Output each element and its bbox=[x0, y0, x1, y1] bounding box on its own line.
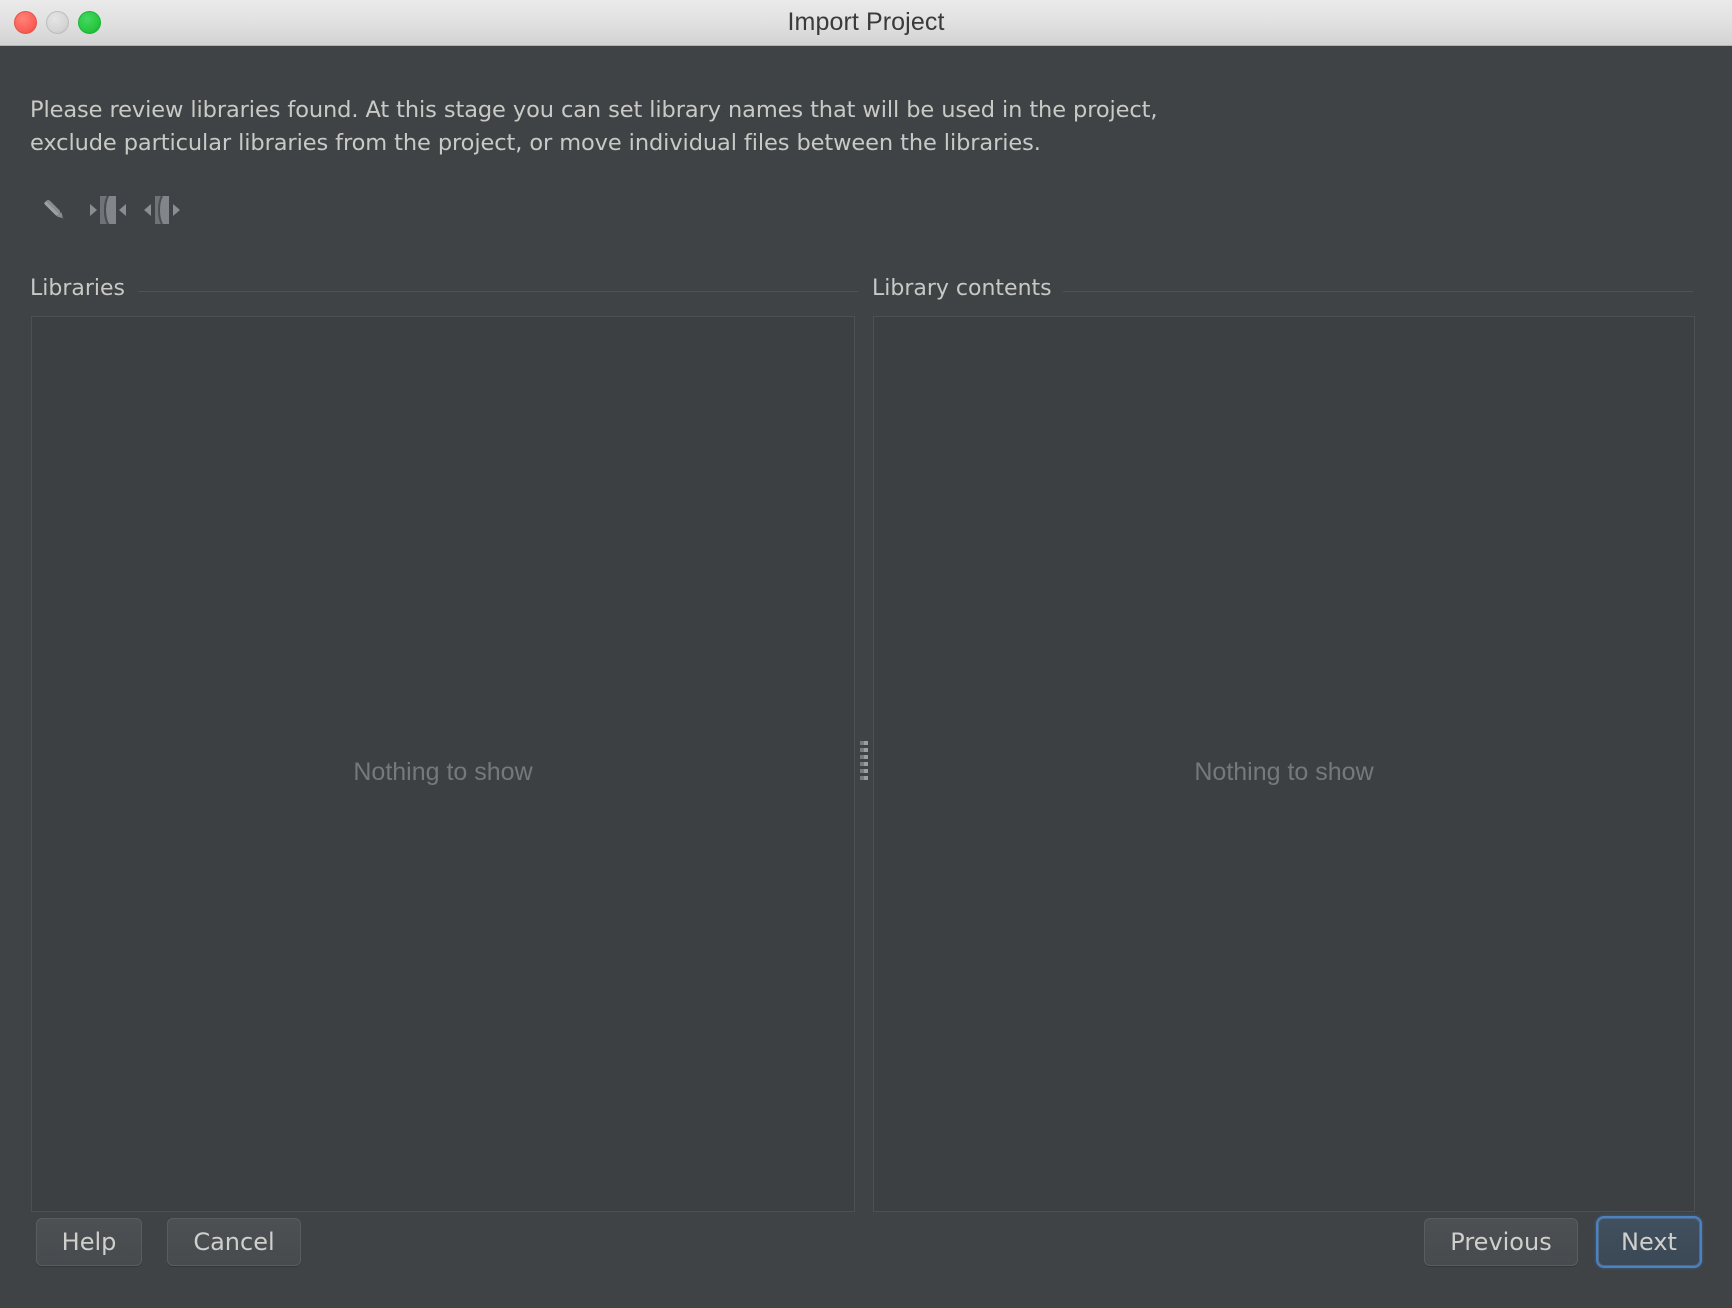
window-title: Import Project bbox=[787, 8, 944, 37]
library-contents-empty-message: Nothing to show bbox=[1194, 758, 1373, 787]
split-arrows-icon bbox=[143, 193, 181, 231]
help-button[interactable]: Help bbox=[36, 1218, 142, 1266]
library-contents-section-rule bbox=[1063, 291, 1693, 292]
next-button[interactable]: Next bbox=[1598, 1218, 1700, 1266]
library-contents-section-label: Library contents bbox=[872, 276, 1052, 301]
dialog-body: Please review libraries found. At this s… bbox=[0, 46, 1732, 1308]
dialog-footer: Help Cancel Previous Next bbox=[0, 1200, 1732, 1308]
dialog-description: Please review libraries found. At this s… bbox=[30, 94, 1670, 160]
close-button[interactable] bbox=[14, 11, 37, 34]
libraries-section-rule bbox=[138, 291, 858, 292]
minimize-button[interactable] bbox=[46, 11, 69, 34]
merge-libraries-button[interactable] bbox=[88, 192, 128, 232]
window-controls bbox=[14, 0, 101, 45]
libraries-empty-message: Nothing to show bbox=[353, 758, 532, 787]
description-line-1: Please review libraries found. At this s… bbox=[30, 94, 1670, 127]
previous-button[interactable]: Previous bbox=[1424, 1218, 1578, 1266]
import-project-dialog: Import Project Please review libraries f… bbox=[0, 0, 1732, 1308]
pencil-edit-icon bbox=[37, 193, 71, 231]
cancel-button[interactable]: Cancel bbox=[167, 1218, 301, 1266]
library-contents-panel[interactable]: Nothing to show bbox=[873, 316, 1695, 1212]
panel-splitter[interactable] bbox=[855, 316, 873, 1212]
rename-library-button[interactable] bbox=[34, 192, 74, 232]
description-line-2: exclude particular libraries from the pr… bbox=[30, 127, 1670, 160]
splitter-grip-icon bbox=[860, 741, 868, 787]
library-toolbar bbox=[34, 192, 182, 232]
window-titlebar: Import Project bbox=[0, 0, 1732, 46]
libraries-section-label: Libraries bbox=[30, 276, 125, 301]
merge-arrows-icon bbox=[89, 193, 127, 231]
split-library-button[interactable] bbox=[142, 192, 182, 232]
maximize-button[interactable] bbox=[78, 11, 101, 34]
libraries-list-panel[interactable]: Nothing to show bbox=[31, 316, 855, 1212]
